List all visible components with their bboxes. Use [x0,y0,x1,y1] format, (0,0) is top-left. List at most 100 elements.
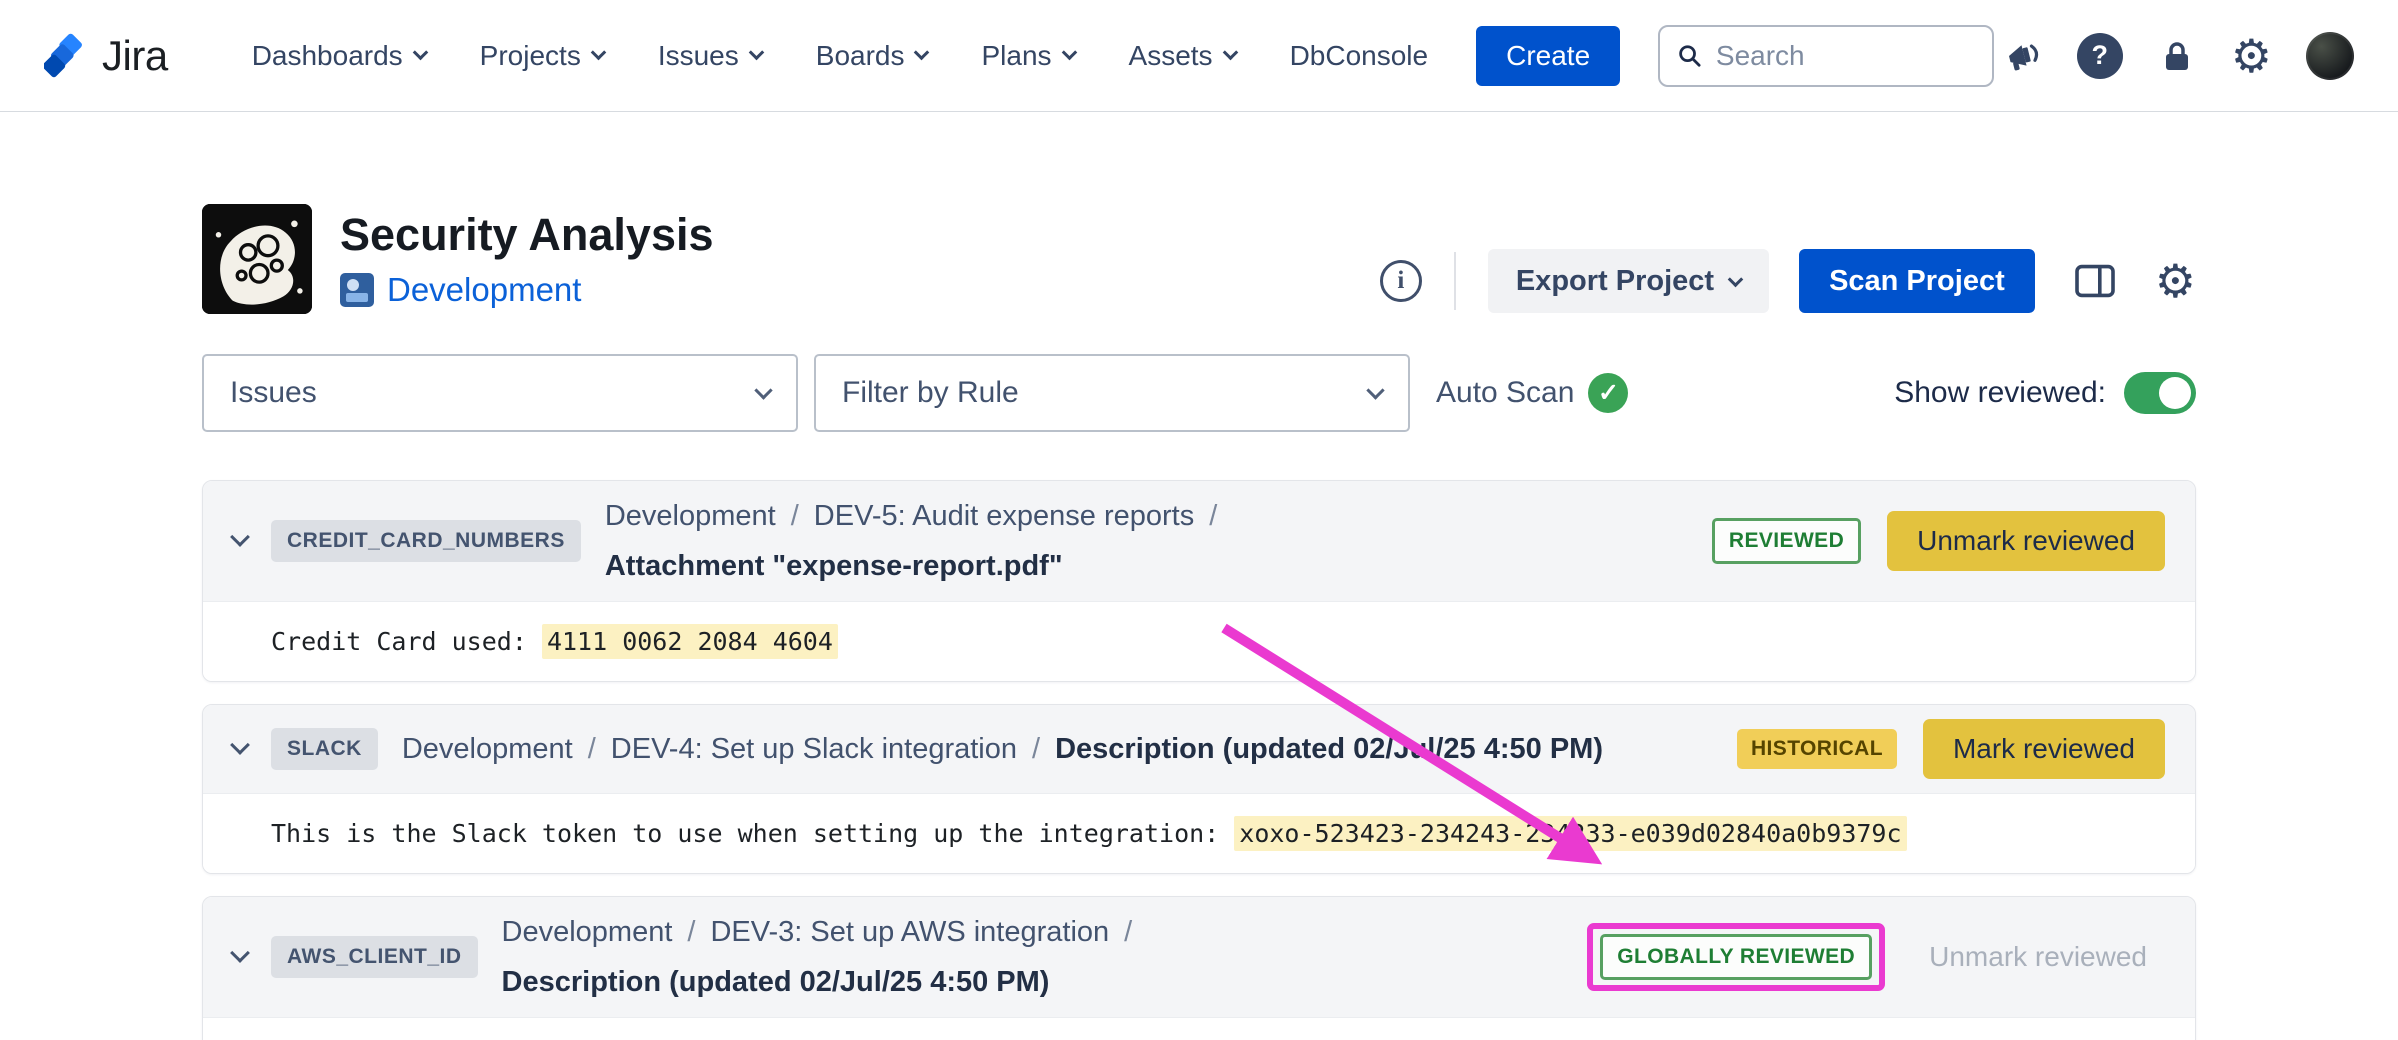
breadcrumb-issue: DEV-5: Audit expense reports [814,495,1194,537]
nav-dbconsole[interactable]: DbConsole [1290,40,1429,72]
auto-scan-label: Auto Scan [1436,376,1574,410]
finding-header[interactable]: CREDIT_CARD_NUMBERS Development / DEV-5:… [203,481,2195,601]
breadcrumb-project: Development [402,728,573,770]
finding-header[interactable]: SLACK Development / DEV-4: Set up Slack … [203,705,2195,793]
finding-card-credit-card: CREDIT_CARD_NUMBERS Development / DEV-5:… [202,480,2196,682]
top-right-icons: ? ⚙ [2001,32,2354,80]
board-layout-icon[interactable] [2071,257,2119,305]
nav-dbconsole-label: DbConsole [1290,40,1429,72]
project-avatar [202,204,312,314]
toggle-knob [2159,377,2191,409]
project-actions: i Export Project Scan Project ⚙ [1380,249,2196,313]
project-link[interactable]: Development [387,271,581,309]
issues-filter-select[interactable]: Issues [202,354,798,432]
collapse-chevron-icon[interactable] [230,527,250,547]
rule-badge: SLACK [271,728,378,770]
breadcrumb-separator: / [588,728,596,770]
breadcrumb-separator: / [791,495,799,537]
breadcrumb-issue: DEV-3: Set up AWS integration [710,911,1109,953]
lock-icon[interactable] [2157,36,2197,76]
vertical-divider [1454,252,1456,310]
nav-issues[interactable]: Issues [658,40,762,72]
breadcrumb: Development / DEV-4: Set up Slack integr… [402,728,1603,770]
chevron-down-icon [748,45,764,61]
nav-boards[interactable]: Boards [816,40,928,72]
snippet-text: This is the Slack token to use when sett… [271,819,1234,848]
snippet-text: Credit Card used: [271,627,542,656]
rule-badge: CREDIT_CARD_NUMBERS [271,520,581,562]
nav-boards-label: Boards [816,40,905,72]
status-badge: HISTORICAL [1737,729,1897,769]
status-badge: REVIEWED [1712,518,1861,564]
user-avatar[interactable] [2306,32,2354,80]
finding-snippet: Credit Card used: 4111 0062 2084 4604 [203,601,2195,681]
rule-filter-select[interactable]: Filter by Rule [814,354,1410,432]
jira-logo[interactable]: Jira [44,32,168,80]
announcement-icon[interactable] [2001,35,2043,77]
rule-filter-value: Filter by Rule [842,376,1019,410]
rule-badge: AWS_CLIENT_ID [271,936,478,978]
breadcrumb-separator: / [1209,495,1217,537]
chevron-down-icon [1222,45,1238,61]
project-page: Security Analysis Development i Export P… [202,204,2196,1040]
info-icon[interactable]: i [1380,260,1422,302]
export-project-label: Export Project [1516,265,1714,298]
main-nav: Dashboards Projects Issues Boards Plans … [252,40,1428,72]
breadcrumb-separator: / [1124,911,1132,953]
chevron-down-icon [1728,271,1744,287]
search-box[interactable] [1658,25,1994,87]
annotation-highlight-box: GLOBALLY REVIEWED [1587,923,1885,991]
breadcrumb-project: Development [605,495,776,537]
issues-filter-value: Issues [230,376,317,410]
nav-issues-label: Issues [658,40,739,72]
finding-snippet: This is the Slack token to use when sett… [203,793,2195,873]
show-reviewed-toggle[interactable] [2124,372,2196,414]
breadcrumb-location: Description (updated 02/Jul/25 4:50 PM) [502,961,1050,1003]
export-project-button[interactable]: Export Project [1488,249,1769,313]
finding-card-slack: SLACK Development / DEV-4: Set up Slack … [202,704,2196,874]
project-mini-icon [340,273,374,307]
create-button[interactable]: Create [1476,26,1620,86]
scan-project-button[interactable]: Scan Project [1799,249,2035,313]
project-header: Security Analysis Development i Export P… [202,204,2196,314]
check-circle-icon: ✓ [1588,373,1628,413]
breadcrumb-project: Development [502,911,673,953]
chevron-down-icon [412,45,428,61]
show-reviewed-label: Show reviewed: [1894,376,2106,410]
breadcrumb: Development / DEV-3: Set up AWS integrat… [502,911,1564,1003]
page-title: Security Analysis [340,209,714,261]
snippet-secret-highlight: xoxo-523423-234243-234233-e039d02840a0b9… [1234,816,1906,851]
project-settings-gear-icon[interactable]: ⚙ [2155,258,2196,304]
unmark-reviewed-button-disabled: Unmark reviewed [1911,941,2165,973]
finding-snippet: The AWS access key should look like AKIA… [203,1017,2195,1040]
snippet-secret-highlight: 4111 0062 2084 4604 [542,624,838,659]
breadcrumb: Development / DEV-5: Audit expense repor… [605,495,1688,587]
finding-actions: GLOBALLY REVIEWED Unmark reviewed [1587,923,2165,991]
nav-plans[interactable]: Plans [981,40,1074,72]
chevron-down-icon [1366,381,1384,399]
search-input[interactable] [1716,40,1976,72]
breadcrumb-location: Description (updated 02/Jul/25 4:50 PM) [1055,728,1603,770]
finding-actions: HISTORICAL Mark reviewed [1737,719,2165,779]
filter-row: Issues Filter by Rule Auto Scan ✓ Show r… [202,354,2196,432]
project-subtitle: Development [340,271,714,309]
collapse-chevron-icon[interactable] [230,735,250,755]
auto-scan-status: Auto Scan ✓ [1436,373,1628,413]
chevron-down-icon [1061,45,1077,61]
finding-actions: REVIEWED Unmark reviewed [1712,511,2165,571]
unmark-reviewed-button[interactable]: Unmark reviewed [1887,511,2165,571]
breadcrumb-location: Attachment "expense-report.pdf" [605,545,1063,587]
settings-gear-icon[interactable]: ⚙ [2231,33,2272,79]
finding-header[interactable]: AWS_CLIENT_ID Development / DEV-3: Set u… [203,897,2195,1017]
chevron-down-icon [591,45,607,61]
nav-projects[interactable]: Projects [480,40,604,72]
mark-reviewed-button[interactable]: Mark reviewed [1923,719,2165,779]
collapse-chevron-icon[interactable] [230,943,250,963]
nav-projects-label: Projects [480,40,581,72]
chevron-down-icon [754,381,772,399]
nav-assets[interactable]: Assets [1129,40,1236,72]
help-icon[interactable]: ? [2077,33,2123,79]
nav-dashboards[interactable]: Dashboards [252,40,426,72]
finding-card-aws: AWS_CLIENT_ID Development / DEV-3: Set u… [202,896,2196,1040]
status-badge: GLOBALLY REVIEWED [1600,934,1872,980]
